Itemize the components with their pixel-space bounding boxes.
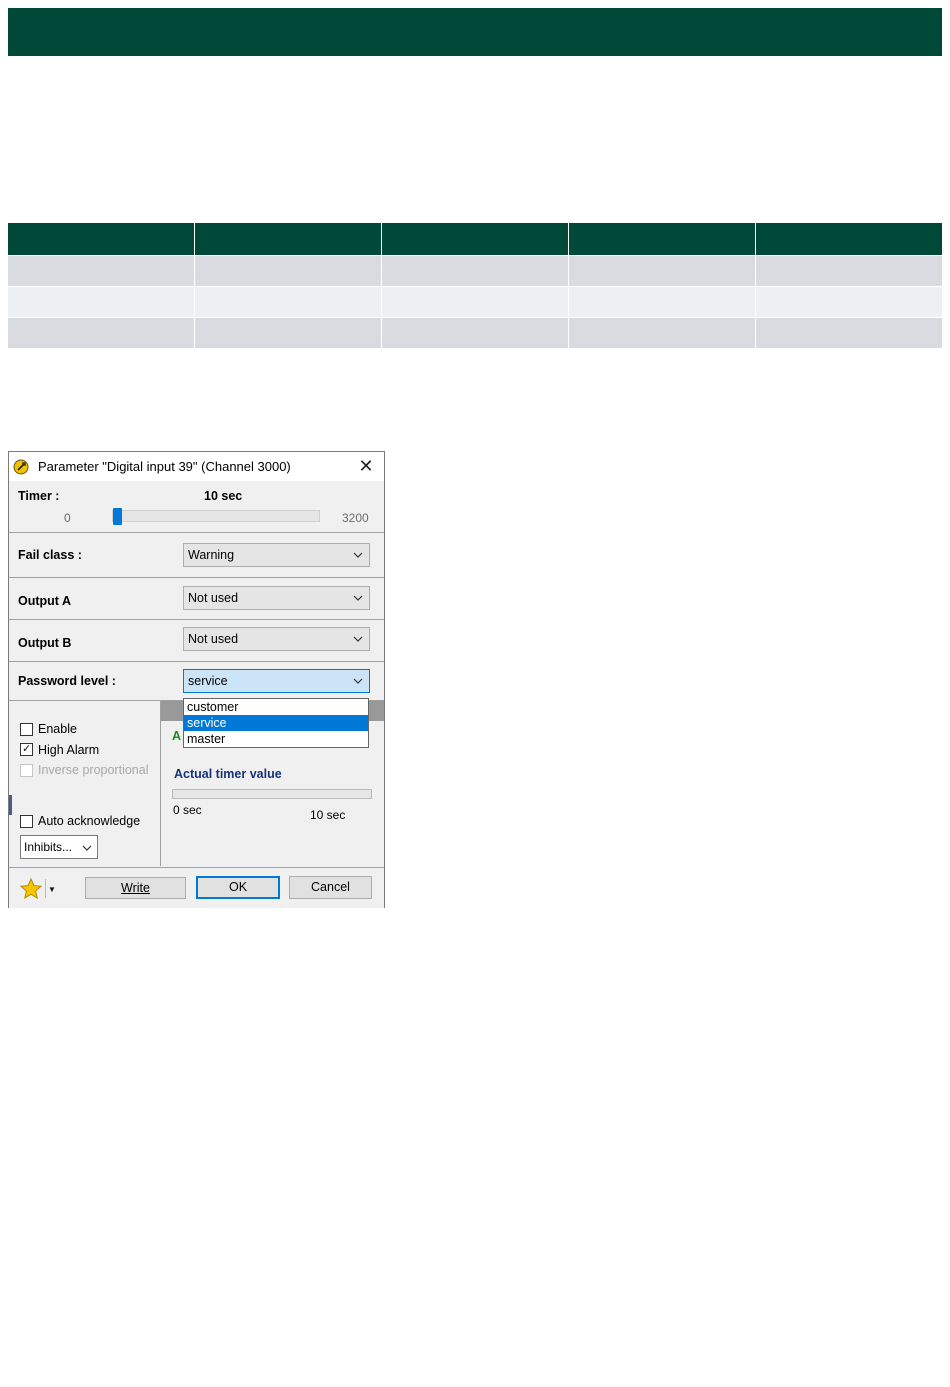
star-icon — [19, 877, 43, 900]
output-b-label: Output B — [18, 636, 72, 650]
timer-slider-thumb[interactable] — [112, 508, 122, 525]
table-cell — [381, 317, 569, 348]
actual-timer-label: Actual timer value — [174, 767, 282, 781]
progress-min-label: 0 sec — [173, 803, 202, 817]
inhibits-value: Inhibits... — [24, 840, 73, 854]
options-panel: Enable ✓ High Alarm Inverse proportional… — [9, 701, 161, 866]
chevron-down-icon — [353, 552, 363, 558]
favorites-separator — [45, 879, 46, 898]
table-row — [8, 286, 942, 318]
table-header-cell — [755, 223, 942, 256]
alarm-status-text: A — [172, 729, 182, 743]
write-button-label: Write — [121, 881, 150, 895]
inverse-proportional-label: Inverse proportional — [38, 763, 149, 777]
ok-button[interactable]: OK — [196, 876, 280, 899]
enable-checkbox[interactable] — [20, 723, 33, 736]
timer-label: Timer : — [18, 489, 60, 503]
fail-class-section: Fail class : Warning — [9, 533, 384, 578]
fail-class-value: Warning — [188, 548, 235, 562]
fail-class-select[interactable]: Warning — [183, 543, 370, 567]
cancel-button[interactable]: Cancel — [289, 876, 372, 899]
checkmark-icon: ✓ — [22, 743, 32, 755]
high-alarm-checkbox[interactable]: ✓ — [20, 743, 33, 756]
table-cell — [8, 255, 196, 287]
dropdown-option-customer[interactable]: customer — [184, 699, 368, 715]
table-header-row — [8, 223, 942, 256]
fail-class-label: Fail class : — [18, 548, 82, 562]
password-section: Password level : service — [9, 662, 384, 701]
enable-label: Enable — [38, 722, 77, 736]
slider-min-label: 0 — [64, 511, 71, 525]
document-header-banner — [8, 8, 942, 56]
progress-max-label: 10 sec — [310, 808, 346, 822]
chevron-down-icon — [353, 636, 363, 642]
password-value: service — [188, 674, 228, 688]
table-header-cell — [568, 223, 756, 256]
password-dropdown-list: customer service master — [183, 698, 369, 748]
table-header-cell — [194, 223, 383, 256]
inverse-proportional-checkbox[interactable] — [20, 764, 33, 777]
table-cell — [568, 286, 756, 318]
inhibits-select[interactable]: Inhibits... — [20, 835, 98, 859]
table-cell — [194, 317, 383, 348]
dialog-footer: ▼ Write OK Cancel — [9, 867, 384, 908]
caret-down-icon[interactable]: ▼ — [48, 885, 56, 894]
output-b-value: Not used — [188, 632, 239, 646]
table-cell — [568, 255, 756, 287]
favorites-button[interactable]: ▼ — [19, 877, 59, 901]
output-a-value: Not used — [188, 591, 239, 605]
app-icon — [13, 459, 29, 475]
chevron-down-icon — [82, 845, 92, 851]
high-alarm-label: High Alarm — [38, 743, 100, 757]
dropdown-option-service[interactable]: service — [184, 715, 368, 731]
timer-section: Timer : 10 sec 0 3200 — [9, 481, 384, 533]
output-a-section: Output A Not used — [9, 578, 384, 620]
table-cell — [568, 317, 756, 348]
table-header-cell — [381, 223, 569, 256]
table-cell — [755, 317, 942, 348]
close-icon[interactable]: ✕ — [355, 456, 377, 478]
table-row — [8, 317, 942, 348]
table-cell — [194, 286, 383, 318]
table-cell — [8, 286, 196, 318]
document-table — [8, 223, 942, 348]
parameter-dialog: Parameter "Digital input 39" (Channel 30… — [8, 451, 385, 908]
output-a-select[interactable]: Not used — [183, 586, 370, 610]
table-cell — [381, 286, 569, 318]
password-label: Password level : — [18, 674, 116, 688]
auto-acknowledge-checkbox[interactable] — [20, 815, 33, 828]
dropdown-option-master[interactable]: master — [184, 731, 368, 747]
output-b-section: Output B Not used — [9, 620, 384, 662]
write-button[interactable]: Write — [85, 877, 186, 899]
table-cell — [194, 255, 383, 287]
timer-value: 10 sec — [204, 489, 243, 503]
chevron-down-icon — [353, 678, 363, 684]
password-select[interactable]: service — [183, 669, 370, 693]
timer-progress-bar — [172, 789, 372, 799]
dialog-titlebar[interactable]: Parameter "Digital input 39" (Channel 30… — [9, 452, 384, 481]
table-cell — [755, 255, 942, 287]
dialog-title: Parameter "Digital input 39" (Channel 30… — [38, 459, 291, 474]
table-cell — [381, 255, 569, 287]
table-header-cell — [8, 223, 196, 256]
timer-slider-track[interactable] — [112, 510, 320, 522]
slider-max-label: 3200 — [342, 511, 369, 525]
panel-edge-marker — [9, 795, 12, 815]
chevron-down-icon — [353, 595, 363, 601]
table-cell — [755, 286, 942, 318]
auto-acknowledge-label: Auto acknowledge — [38, 814, 141, 828]
table-cell — [8, 317, 196, 348]
output-b-select[interactable]: Not used — [183, 627, 370, 651]
table-row — [8, 255, 942, 287]
output-a-label: Output A — [18, 594, 71, 608]
